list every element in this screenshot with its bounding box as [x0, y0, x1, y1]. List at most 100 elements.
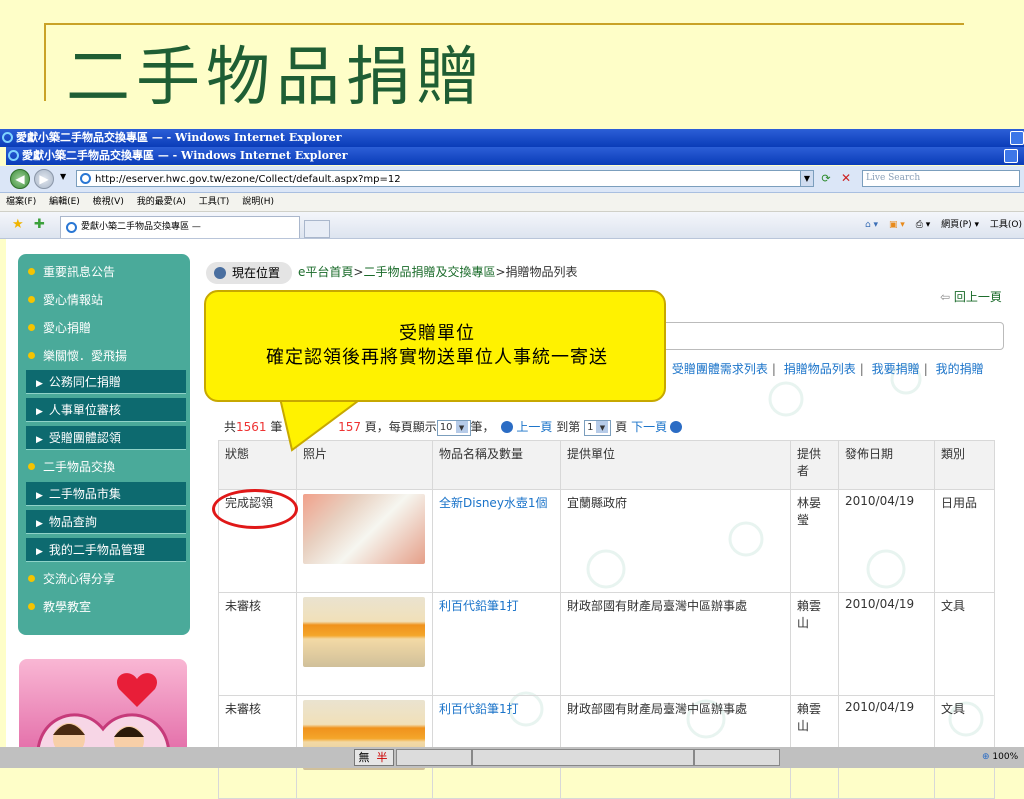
minimize-button[interactable]	[1004, 149, 1018, 163]
menu-help[interactable]: 說明(H)	[242, 197, 274, 207]
sidebar-item-announcements[interactable]: 重要訊息公告	[28, 261, 115, 283]
tab-bar: ★ ✚ 愛獻小築二手物品交換專區 — ⌂ ▾ ▣ ▾ ⎙ ▾ 網頁(P) ▾ 工…	[0, 212, 1024, 239]
callout-text: 受贈單位 確定認領後再將實物送單位人事統一寄送	[206, 322, 668, 370]
back-button[interactable]: ◀	[10, 169, 30, 189]
ime-indicator[interactable]: 無半	[354, 749, 394, 766]
top-nav-links: 冊| 受贈團體需求列表| 捐贈物品列表| 我要捐贈| 我的捐贈	[644, 360, 984, 377]
breadcrumb-section[interactable]: 二手物品捐贈及交換專區	[363, 265, 495, 279]
browser-tab[interactable]: 愛獻小築二手物品交換專區 —	[60, 216, 300, 238]
tab-favicon	[66, 222, 77, 233]
sidebar-sub-market[interactable]: ▶ 二手物品市集	[26, 482, 186, 506]
search-input[interactable]: Live Search	[862, 170, 1020, 187]
prev-icon[interactable]	[501, 421, 514, 433]
arrow-right-icon: ▶	[36, 547, 43, 557]
row-photo[interactable]	[296, 489, 433, 593]
sidebar-item-care[interactable]: 樂關懷．愛飛揚	[28, 345, 127, 367]
stop-icon[interactable]: ✕	[838, 170, 854, 187]
breadcrumb-current: 捐贈物品列表	[505, 265, 578, 279]
row-photo[interactable]	[296, 592, 433, 696]
row-category: 文具	[934, 592, 995, 696]
tools-menu[interactable]: 工具(O)	[990, 220, 1022, 230]
row-provider: 賴雲山	[790, 592, 839, 696]
top-link-donation-list[interactable]: 捐贈物品列表	[784, 362, 856, 376]
chevron-down-icon: ▼	[596, 420, 609, 433]
arrow-right-icon: ▶	[36, 379, 43, 389]
arrow-right-icon: ▶	[36, 435, 43, 445]
favorites-star-icon[interactable]: ★	[12, 217, 24, 233]
status-bar: 無半 ⊕ 100%	[0, 747, 1024, 768]
sidebar-item-share[interactable]: 交流心得分享	[28, 568, 115, 590]
sidebar-item-tutorial[interactable]: 教學教室	[28, 596, 91, 618]
new-tab-button[interactable]	[304, 220, 330, 238]
feeds-icon[interactable]: ▣ ▾	[889, 220, 905, 230]
add-favorite-icon[interactable]: ✚	[34, 217, 45, 233]
sidebar-item-info[interactable]: 愛心情報站	[28, 289, 103, 311]
table-row: 完成認領 全新Disney水壺1個 宜蘭縣政府 林晏瑩 2010/04/19 日…	[218, 489, 995, 593]
top-link-donate[interactable]: 我要捐贈	[872, 362, 920, 376]
zoom-level[interactable]: ⊕ 100%	[982, 749, 1018, 766]
status-segment	[396, 749, 472, 766]
item-photo[interactable]	[303, 597, 425, 667]
forward-button[interactable]: ▶	[34, 169, 54, 189]
back-link[interactable]: ⇦ 回上一頁	[940, 288, 1002, 305]
row-item-link[interactable]: 利百代鉛筆1打	[432, 592, 561, 696]
url-input[interactable]: http://eserver.hwc.gov.tw/ezone/Collect/…	[76, 170, 814, 187]
url-dropdown-icon[interactable]: ▼	[800, 170, 814, 187]
next-page-link[interactable]: 下一頁	[631, 420, 667, 434]
top-link-demand-list[interactable]: 受贈團體需求列表	[672, 362, 768, 376]
sidebar-sub-manage[interactable]: ▶ 我的二手物品管理	[26, 538, 186, 562]
menu-favorites[interactable]: 我的最愛(A)	[137, 197, 186, 207]
chevron-down-icon: ▼	[455, 420, 468, 433]
item-photo[interactable]	[303, 494, 425, 564]
prev-page-link[interactable]: 上一頁	[516, 420, 552, 434]
page-select[interactable]: 1 ▼	[584, 419, 612, 436]
bullet-icon	[28, 296, 35, 303]
callout-tail	[278, 398, 364, 452]
row-date: 2010/04/19	[838, 489, 935, 593]
menu-tools[interactable]: 工具(T)	[199, 197, 230, 207]
table-row: 未審核 利百代鉛筆1打 財政部國有財產局臺灣中區辦事處 賴雲山 2010/04/…	[218, 592, 995, 696]
callout-line-1: 受贈單位	[399, 323, 475, 344]
refresh-icon[interactable]: ⟳	[818, 170, 834, 187]
next-icon[interactable]	[670, 421, 683, 433]
sidebar-sub-group-claim[interactable]: ▶ 受贈團體認領	[26, 426, 186, 450]
menu-view[interactable]: 檢視(V)	[93, 197, 124, 207]
per-page-select[interactable]: 10 ▼	[436, 419, 471, 436]
row-item-link[interactable]: 全新Disney水壺1個	[432, 489, 561, 593]
callout-bubble: 受贈單位 確定認領後再將實物送單位人事統一寄送	[204, 290, 666, 402]
bullet-icon	[28, 352, 35, 359]
top-link-my-donations[interactable]: 我的捐贈	[936, 362, 984, 376]
ime-width: 半	[376, 751, 388, 764]
ime-mode: 無	[358, 751, 370, 764]
window-title: 愛獻小築二手物品交換專區 — - Windows Internet Explor…	[22, 149, 348, 162]
menu-file[interactable]: 檔案(F)	[6, 197, 36, 207]
bullet-icon	[28, 324, 35, 331]
menu-edit[interactable]: 編輯(E)	[49, 197, 80, 207]
row-category: 日用品	[934, 489, 995, 593]
sidebar-sub-search[interactable]: ▶ 物品查詢	[26, 510, 186, 534]
status-segment	[472, 749, 694, 766]
print-icon[interactable]: ⎙ ▾	[916, 220, 931, 230]
arrow-right-icon: ▶	[36, 519, 43, 529]
breadcrumb-home[interactable]: e平台首頁	[298, 265, 353, 279]
command-bar: ⌂ ▾ ▣ ▾ ⎙ ▾ 網頁(P) ▾ 工具(O)	[857, 217, 1022, 233]
col-date: 發佈日期	[838, 440, 935, 490]
search-box[interactable]	[660, 322, 1004, 350]
sidebar-item-donation[interactable]: 愛心捐贈	[28, 317, 91, 339]
location-icon	[214, 267, 226, 279]
arrow-right-icon: ▶	[36, 407, 43, 417]
back-arrow-icon: ⇦	[940, 290, 954, 304]
ie-icon	[2, 132, 13, 143]
ie-icon	[8, 150, 19, 161]
row-unit: 財政部國有財產局臺灣中區辦事處	[560, 592, 791, 696]
home-icon[interactable]: ⌂ ▾	[865, 220, 878, 230]
sidebar-sub-staff-donation[interactable]: ▶ 公務同仁捐贈	[26, 370, 186, 394]
row-date: 2010/04/19	[838, 592, 935, 696]
history-dropdown-icon[interactable]: ▼	[60, 172, 66, 181]
arrow-right-icon: ▶	[36, 491, 43, 501]
sidebar-sub-hr-review[interactable]: ▶ 人事單位審核	[26, 398, 186, 422]
sidebar-item-secondhand[interactable]: 二手物品交換	[28, 456, 115, 478]
minimize-button[interactable]	[1010, 131, 1024, 145]
status-segment	[694, 749, 780, 766]
page-menu[interactable]: 網頁(P) ▾	[941, 220, 979, 230]
